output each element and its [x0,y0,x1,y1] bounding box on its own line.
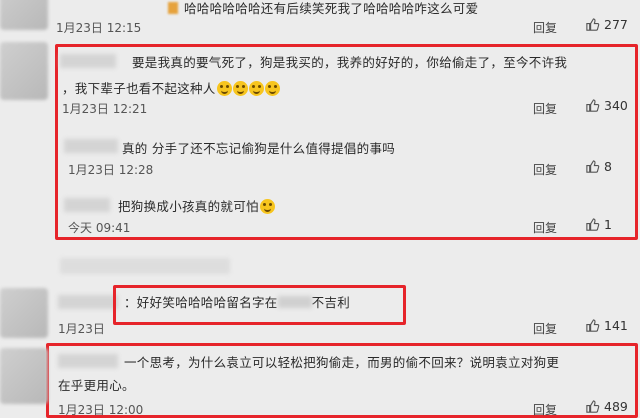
reply-button[interactable]: 回复 [533,219,557,236]
reply-button[interactable]: 回复 [533,19,557,36]
user-badge-icon [168,2,178,14]
thumbs-up-icon [586,18,600,31]
like-count: 277 [604,17,628,32]
comment-text: ：好好笑哈哈哈哈留名字在 不吉利 [124,292,350,311]
comment-text: 要是我真的要气死了，狗是我买的，我养的好好的，你给偷走了，至今不许我 [132,55,568,70]
user-name[interactable] [64,198,110,212]
avatar[interactable] [0,348,48,404]
comment-time: 1月23日 12:00 [58,403,144,417]
comment-text-line: 不吉利 [311,295,351,310]
thumbs-up-icon [586,218,600,231]
like-count: 1 [604,217,612,232]
comment-text-line: ：好好笑哈哈哈哈留名字在 [124,295,278,310]
comment-time: 1月23日 [58,322,105,336]
like-button[interactable]: 141 [585,318,628,333]
comment-text: 哈哈哈哈哈哈还有后续笑死我了哈哈哈哈咋这么可爱 [184,1,479,16]
comment-text: ，我下辈子也看不起这种人 [62,78,280,97]
like-count: 141 [604,318,628,333]
like-count: 489 [604,399,628,414]
like-button[interactable]: 277 [585,17,628,32]
like-count: 8 [604,159,612,174]
reply-button[interactable]: 回复 [533,100,557,117]
smile-emoji-icon [232,81,248,96]
user-name[interactable] [64,139,118,153]
comment-text: 把狗换成小孩真的就可怕 [118,196,275,215]
thumbs-up-icon [586,400,600,413]
comment-time: 1月23日 12:28 [68,163,154,177]
redacted-name [277,296,312,308]
reply-button[interactable]: 回复 [533,320,557,337]
comment-time: 1月23日 12:15 [56,21,142,35]
user-name[interactable] [58,295,118,309]
user-name[interactable] [60,54,116,68]
like-button[interactable]: 8 [585,159,612,174]
comment-text: 在乎更用心。 [58,378,135,393]
comment-text-line: ，我下辈子也看不起这种人 [62,81,216,96]
comment-time: 1月23日 12:21 [62,102,148,116]
avatar[interactable] [0,42,48,100]
smile-emoji-icon [259,199,275,214]
like-button[interactable]: 489 [585,399,628,414]
blurred-comment [60,258,230,274]
avatar[interactable] [0,288,48,338]
smile-emoji-icon [216,81,232,96]
comment-time: 今天 09:41 [68,221,131,235]
reply-button[interactable]: 回复 [533,161,557,178]
comment-text: 一个思考，为什么袁立可以轻松把狗偷走，而男的偷不回来？说明袁立对狗更 [124,355,560,370]
comment-text-line: 把狗换成小孩真的就可怕 [118,199,259,214]
like-button[interactable]: 1 [585,217,612,232]
like-count: 340 [604,98,628,113]
smile-emoji-icon [264,81,280,96]
thumbs-up-icon [586,319,600,332]
like-button[interactable]: 340 [585,98,628,113]
user-name[interactable] [58,354,118,368]
smile-emoji-icon [248,81,264,96]
thumbs-up-icon [586,99,600,112]
comment-text: 真的 分手了还不忘记偷狗是什么值得提倡的事吗 [122,141,396,156]
avatar[interactable] [0,0,48,30]
thumbs-up-icon [586,160,600,173]
reply-button[interactable]: 回复 [533,401,557,418]
